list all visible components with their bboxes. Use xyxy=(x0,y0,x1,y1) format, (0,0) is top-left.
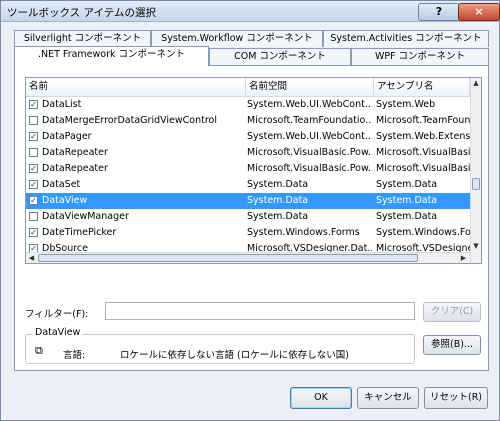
close-button[interactable]: × xyxy=(458,3,500,21)
tab-wpf[interactable]: WPF コンポーネント xyxy=(351,48,489,65)
language-value: ロケールに依存しない言語 (ロケールに依存しない国) xyxy=(120,350,349,361)
list-header: 名前 名前空間 アセンブリ名 xyxy=(26,78,470,97)
tab-system-activities[interactable]: System.Activities コンポーネント xyxy=(323,30,489,47)
scroll-down-icon[interactable]: ▼ xyxy=(471,241,481,252)
cell-name: DataSet xyxy=(42,179,81,190)
list-item[interactable]: ✓ DataSet System.Data System.Data xyxy=(26,177,470,193)
list-item[interactable]: ✓ DataRepeater Microsoft.VisualBasic.Pow..… xyxy=(26,161,470,177)
list-item[interactable]: ✓ DataView System.Data System.Data xyxy=(26,193,470,209)
cell-namespace: System.Web.UI.WebCont... xyxy=(247,131,372,142)
cell-namespace: Microsoft.VisualBasic.Pow... xyxy=(247,147,372,158)
cell-assembly: Microsoft.VisualBasic xyxy=(376,147,470,158)
tab-silverlight[interactable]: Silverlight コンポーネント xyxy=(14,30,151,47)
cell-name: DataPager xyxy=(42,131,92,142)
cell-assembly: Microsoft.TeamFoundatio xyxy=(376,115,470,126)
help-button[interactable]: ? xyxy=(418,3,460,21)
dialog-window: ツールボックス アイテムの選択 ? × Silverlight コンポーネント … xyxy=(0,0,500,421)
list-item[interactable]: DataRepeater Microsoft.VisualBasic.Pow...… xyxy=(26,145,470,161)
row-checkbox[interactable]: ✓ xyxy=(29,228,38,237)
cell-namespace: System.Data xyxy=(247,211,309,222)
reset-button[interactable]: リセット(R) xyxy=(424,387,488,409)
row-checkbox[interactable] xyxy=(29,116,38,125)
language-label: 言語: xyxy=(63,350,86,361)
row-checkbox[interactable] xyxy=(29,212,38,221)
cell-assembly: System.Windows.For xyxy=(376,227,470,238)
cell-name: DataList xyxy=(42,99,82,110)
window-title: ツールボックス アイテムの選択 xyxy=(7,7,156,19)
filter-label: フィルター(F): xyxy=(25,309,89,320)
list-item[interactable]: ✓ DataList System.Web.UI.WebCont... System.… xyxy=(26,97,470,113)
cell-assembly: System.Data xyxy=(376,179,438,190)
cell-name: DataMergeErrorDataGridViewControl xyxy=(42,115,217,126)
list-item[interactable]: DataMergeErrorDataGridViewControl Microso… xyxy=(26,113,470,129)
title-bar[interactable]: ツールボックス アイテムの選択 ? × xyxy=(1,1,500,22)
vertical-scroll-thumb[interactable] xyxy=(472,178,480,190)
cell-namespace: Microsoft.TeamFoundatio... xyxy=(247,115,372,126)
browse-button[interactable]: 参照(B)... xyxy=(423,335,481,355)
clear-button[interactable]: クリア(C) xyxy=(423,302,481,322)
cell-assembly: System.Data xyxy=(376,211,438,222)
row-checkbox[interactable]: ✓ xyxy=(29,180,38,189)
filter-input[interactable] xyxy=(105,302,415,320)
cell-assembly: System.Web.Extensio xyxy=(376,131,470,142)
scroll-up-icon[interactable]: ▲ xyxy=(471,78,481,89)
row-checkbox[interactable] xyxy=(29,148,38,157)
row-checkbox[interactable]: ✓ xyxy=(29,132,38,141)
tab-dotnet-framework[interactable]: .NET Framework コンポーネント xyxy=(14,46,209,66)
scroll-left-icon[interactable]: ◀ xyxy=(26,253,37,263)
cell-namespace: System.Windows.Forms xyxy=(247,227,360,238)
cell-name: DateTimePicker xyxy=(42,227,117,238)
vertical-scrollbar[interactable]: ▲ ▼ xyxy=(470,78,481,263)
cell-assembly: System.Web xyxy=(376,99,436,110)
ok-button[interactable]: OK xyxy=(290,387,352,409)
scroll-right-icon[interactable]: ▶ xyxy=(458,253,469,263)
cell-name: DataView xyxy=(42,195,88,206)
cancel-button[interactable]: キャンセル xyxy=(357,387,419,409)
cell-name: DataRepeater xyxy=(42,147,108,158)
tab-system-workflow[interactable]: System.Workflow コンポーネント xyxy=(151,30,323,47)
column-header-namespace[interactable]: 名前空間 xyxy=(246,78,374,96)
tab-panel: 名前 名前空間 アセンブリ名 ✓ DataList System.Web.UI.We… xyxy=(14,65,489,371)
column-header-assembly[interactable]: アセンブリ名 xyxy=(374,78,470,96)
tab-com[interactable]: COM コンポーネント xyxy=(209,48,351,65)
list-item[interactable]: ✓ DataPager System.Web.UI.WebCont... System… xyxy=(26,129,470,145)
cell-namespace: System.Data xyxy=(247,195,309,206)
cell-name: DataRepeater xyxy=(42,163,108,174)
cell-namespace: Microsoft.VisualBasic.Pow... xyxy=(247,163,372,174)
column-header-name[interactable]: 名前 xyxy=(26,78,246,96)
cell-assembly: System.Data xyxy=(376,195,438,206)
component-list[interactable]: 名前 名前空間 アセンブリ名 ✓ DataList System.Web.UI.We… xyxy=(25,77,482,264)
horizontal-scrollbar[interactable]: ◀ ▶ xyxy=(26,252,470,263)
component-icon: ⧉ xyxy=(35,344,43,357)
list-item[interactable]: DataViewManager System.Data System.Data xyxy=(26,209,470,225)
info-group-title: DataView xyxy=(32,327,84,338)
horizontal-scroll-thumb[interactable] xyxy=(38,254,418,262)
row-checkbox[interactable]: ✓ xyxy=(29,100,38,109)
cell-namespace: System.Data xyxy=(247,179,309,190)
cell-namespace: System.Web.UI.WebCont... xyxy=(247,99,372,110)
row-checkbox[interactable]: ✓ xyxy=(29,196,38,205)
row-checkbox[interactable]: ✓ xyxy=(29,164,38,173)
cell-name: DataViewManager xyxy=(42,211,129,222)
cell-assembly: Microsoft.VisualBasic xyxy=(376,163,470,174)
list-item[interactable]: ✓ DateTimePicker System.Windows.Forms Syste… xyxy=(26,225,470,241)
